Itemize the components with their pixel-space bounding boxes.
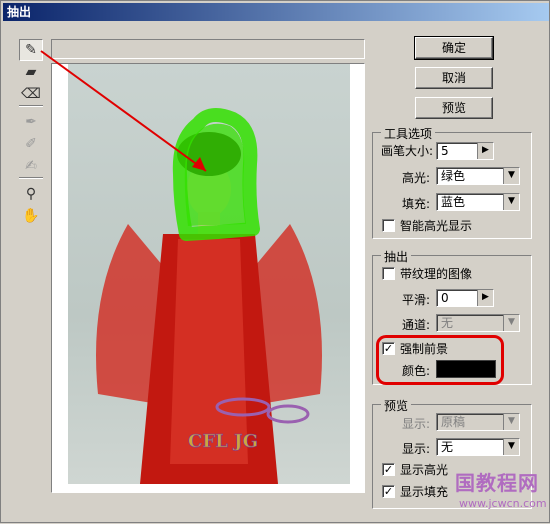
show-select-1: 原稿 ▼ [436, 413, 520, 431]
highlight-select[interactable]: 绿色 ▼ [436, 167, 520, 185]
fill-select[interactable]: 蓝色 ▼ [436, 193, 520, 211]
chevron-down-icon[interactable]: ▼ [503, 439, 519, 455]
smooth-label: 平滑: [402, 293, 431, 307]
show-highlight-checkbox[interactable]: ✓ [382, 463, 395, 476]
show-select-2[interactable]: 无 ▼ [436, 438, 520, 456]
channel-label: 通道: [402, 318, 431, 332]
fill-value: 蓝色 [441, 195, 466, 209]
chevron-down-icon: ▼ [503, 414, 519, 430]
annotation-highlight-box [376, 335, 504, 385]
fill-label: 填充: [402, 197, 431, 211]
smooth-input[interactable]: 0 ▶ [436, 289, 494, 307]
show-label-2: 显示: [402, 442, 431, 456]
show-label-1: 显示: [402, 417, 431, 431]
smart-highlight-checkbox[interactable] [382, 219, 395, 232]
textured-image-label: 带纹理的图像 [400, 267, 473, 281]
highlight-label: 高光: [402, 171, 431, 185]
textured-image-checkbox[interactable] [382, 267, 395, 280]
chevron-down-icon: ▼ [503, 315, 519, 331]
channel-select: 无 ▼ [436, 314, 520, 332]
smart-highlight-label: 智能高光显示 [400, 219, 473, 233]
tool-options-title: 工具选项 [381, 125, 436, 142]
show-value-1: 原稿 [441, 415, 466, 429]
show-fill-checkbox[interactable]: ✓ [382, 485, 395, 498]
smooth-value: 0 [441, 291, 449, 305]
show-highlight-label: 显示高光 [400, 463, 449, 477]
extraction-title: 抽出 [381, 248, 412, 265]
smooth-arrow-icon[interactable]: ▶ [477, 290, 493, 306]
chevron-down-icon[interactable]: ▼ [503, 168, 519, 184]
preview-title: 预览 [381, 397, 412, 414]
highlight-value: 绿色 [441, 169, 466, 183]
chevron-down-icon[interactable]: ▼ [503, 194, 519, 210]
extract-dialog: 抽出 ✎ ▰ ⌫ ✒ ✐ ✍ ⚲ ✋ CFL JG 确定 取消 预览 工具选项 … [0, 0, 550, 523]
brush-size-input[interactable]: 5 ▶ [436, 142, 494, 160]
show-value-2: 无 [441, 440, 454, 454]
brush-size-label: 画笔大小: [381, 144, 434, 158]
cancel-button[interactable]: 取消 [415, 67, 493, 89]
ok-button[interactable]: 确定 [414, 36, 494, 60]
brush-size-value: 5 [441, 144, 449, 158]
brush-size-arrow-icon[interactable]: ▶ [477, 143, 493, 159]
watermark-url: www.jcwcn.com [459, 497, 547, 510]
show-fill-label: 显示填充 [400, 485, 449, 499]
watermark-site: 国教程网 [455, 471, 539, 495]
preview-button[interactable]: 预览 [415, 97, 493, 119]
channel-value: 无 [441, 316, 454, 330]
